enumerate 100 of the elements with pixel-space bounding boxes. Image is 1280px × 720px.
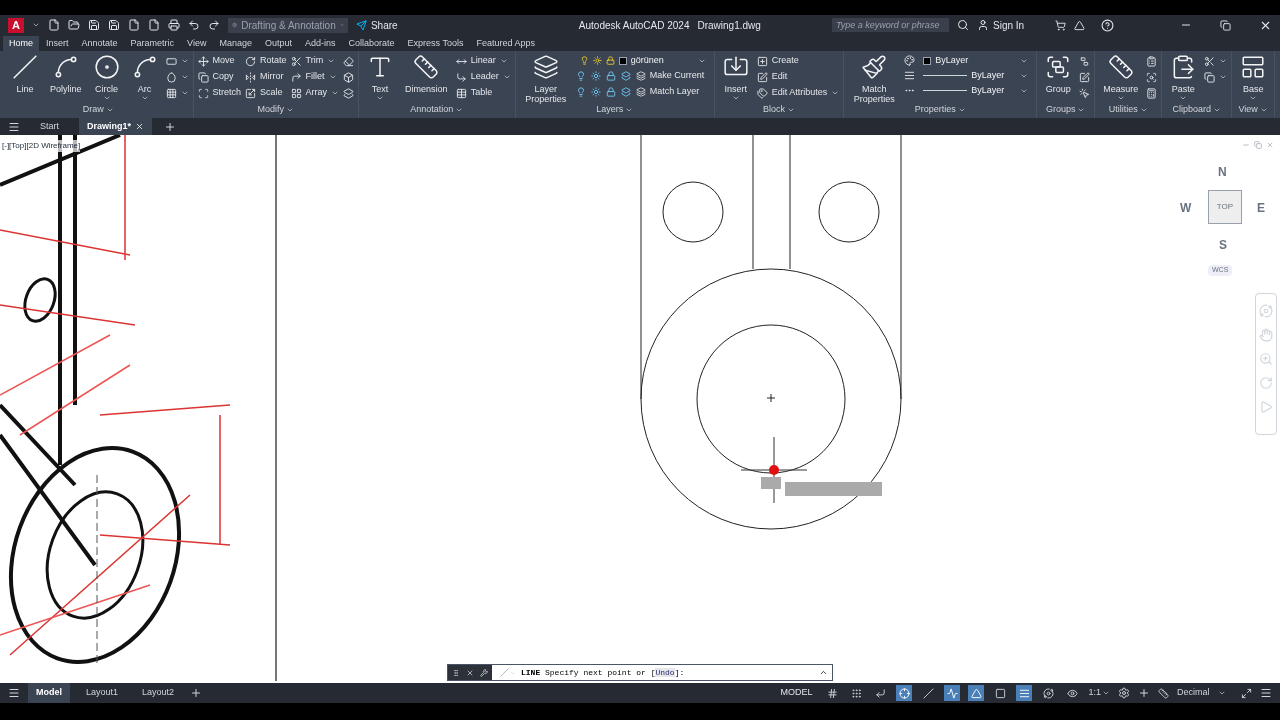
ribbon-large-button[interactable]: Layer Properties [519,54,572,104]
gear-icon[interactable] [1118,687,1130,699]
layer-tool-icon[interactable] [590,87,601,97]
ribbon-small-button[interactable]: Array [290,86,340,100]
ribbon-small-button[interactable]: Fillet [290,70,340,84]
ribbon-small-button[interactable]: Leader [455,70,511,84]
ribbon-small-button[interactable] [1204,54,1228,68]
panel-title[interactable]: Modify [197,103,355,117]
workspace-dropdown[interactable]: Drafting & Annotation [227,17,348,33]
plus-icon[interactable] [1138,687,1150,699]
share-button[interactable]: Share [355,17,398,33]
ribbon-tab[interactable]: Add-ins [299,36,342,51]
ribbon-small-button[interactable]: Edit [756,70,840,84]
panel-title[interactable]: Layers [519,103,710,117]
ribbon-small-button[interactable]: Copy [197,70,242,84]
undo-icon[interactable] [187,19,200,31]
ribbon-tab[interactable]: Output [258,36,298,51]
ribbon-small-button[interactable] [1079,70,1091,84]
ribbon-small-button[interactable]: Trim [290,54,340,68]
ribbon-tab[interactable]: Parametric [124,36,181,51]
ribbon-large-button[interactable]: Paste [1166,54,1201,102]
ribbon-small-button[interactable]: Mirror [245,70,287,84]
ribbon-small-button[interactable] [1146,86,1158,100]
ribbon-large-button[interactable]: Line [8,54,42,94]
ribbon-small-button[interactable] [343,70,355,84]
layout-tab[interactable]: Layout2 [134,683,183,703]
layer-tool-icon[interactable] [605,87,616,97]
ribbon-large-button[interactable]: Dimension [401,54,452,94]
history-icon[interactable] [819,668,828,677]
panel-title[interactable]: Utilities [1099,103,1158,117]
annotation-scale[interactable]: 1:1 [1088,686,1110,700]
layer-action-button[interactable]: Make Current [635,69,705,83]
menu-icon[interactable] [8,687,20,699]
ribbon-small-button[interactable] [165,70,189,84]
status-toggle[interactable] [1016,685,1033,701]
layer-tool-icon[interactable] [590,71,601,81]
ribbon-small-button[interactable] [1146,54,1158,68]
status-toggle[interactable] [896,685,913,701]
ribbon-small-button[interactable] [343,54,355,68]
ribbon-tab[interactable]: Annotate [75,36,124,51]
ribbon-small-button[interactable] [343,86,355,100]
ribbon-large-button[interactable]: Match Properties [848,54,901,104]
fullscreen-icon[interactable] [1241,687,1252,699]
document-tab[interactable]: Start [32,118,67,135]
ribbon-small-button[interactable]: Rotate [245,54,287,68]
search-field[interactable]: Type a keyword or phrase [832,18,949,32]
ribbon-small-button[interactable] [165,86,189,100]
compass-east[interactable]: E [1257,199,1265,217]
new-file-icon[interactable] [47,19,60,31]
ribbon-tab[interactable]: Manage [213,36,258,51]
app-logo[interactable]: A [8,17,24,33]
print-icon[interactable] [167,19,180,31]
help-icon[interactable] [1101,18,1114,32]
status-toggle[interactable] [968,685,985,701]
ribbon-large-button[interactable]: Insert [718,54,753,102]
viewport-label[interactable]: [-][Top][2D Wireframe] [2,140,81,152]
ribbon-small-button[interactable] [1079,86,1091,100]
ribbon-tab[interactable]: Insert [40,36,75,51]
menu-icon[interactable] [8,120,20,133]
model-space-button[interactable]: MODEL [776,686,817,700]
ribbon-large-button[interactable]: Base [1236,54,1271,102]
panel-title[interactable]: Properties [848,103,1033,117]
layer-action-button[interactable]: Match Layer [635,85,700,99]
restore-icon[interactable] [1220,19,1231,31]
panel-title[interactable]: Clipboard [1166,103,1228,117]
viewcube-face[interactable]: TOP [1208,190,1242,224]
open-icon[interactable] [67,19,80,31]
ribbon-tab[interactable]: Featured Apps [470,36,541,51]
redo-icon[interactable] [207,19,220,31]
ribbon-tab[interactable]: Home [3,36,39,51]
layer-tool-icon[interactable] [575,71,586,81]
ribbon-small-button[interactable]: Edit Attributes [756,86,840,100]
units-dropdown[interactable]: Decimal [1177,686,1233,700]
publish-icon[interactable] [147,19,160,31]
ribbon-tab[interactable]: Express Tools [401,36,470,51]
panel-title[interactable]: View [1236,103,1271,117]
ribbon-small-button[interactable]: Create [756,54,840,68]
ribbon-small-button[interactable]: Table [455,86,511,100]
ribbon-large-button[interactable]: Polyline [46,54,86,94]
status-toggle[interactable] [1040,685,1057,701]
document-tab[interactable]: Drawing1* [79,118,153,135]
compass-west[interactable]: W [1180,199,1192,217]
ribbon-small-button[interactable]: Scale [245,86,287,100]
customize-icon[interactable] [1260,687,1272,699]
save-as-icon[interactable] [107,19,120,31]
ribbon-tab[interactable]: Collaborate [342,36,401,51]
ribbon-large-button[interactable]: Arc [127,54,162,102]
wrench-icon[interactable] [480,667,488,678]
ribbon-small-button[interactable] [1079,54,1091,68]
ribbon-small-button[interactable] [1146,70,1158,84]
panel-title[interactable]: Annotation [363,103,511,117]
ribbon-tab[interactable]: View [181,36,213,51]
ribbon-large-button[interactable]: Circle [89,54,124,102]
new-tab-icon[interactable] [164,120,177,133]
ribbon-small-button[interactable]: Move [197,54,242,68]
cart-icon[interactable] [1055,19,1066,31]
panel-title[interactable]: Draw [8,103,189,117]
export-icon[interactable] [127,19,140,31]
ribbon-small-button[interactable]: Linear [455,54,511,68]
layout-tab[interactable]: Layout1 [78,683,127,703]
